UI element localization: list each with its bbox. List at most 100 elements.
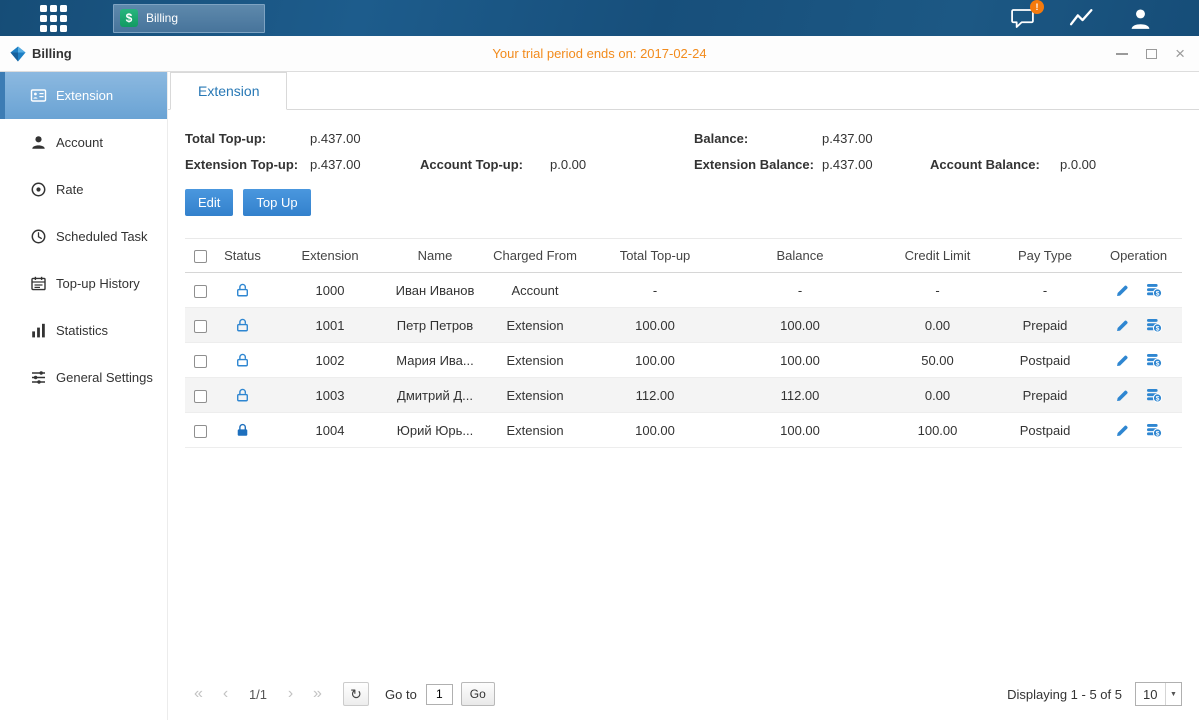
edit-icon[interactable] <box>1115 283 1130 298</box>
cell-charged-from: Extension <box>480 413 590 448</box>
status-icon <box>235 388 250 403</box>
topup-record-icon[interactable] <box>1146 422 1162 438</box>
go-button[interactable]: Go <box>461 682 495 706</box>
balance-value: p.437.00 <box>822 131 930 146</box>
row-checkbox[interactable] <box>194 355 207 368</box>
edit-icon[interactable] <box>1115 423 1130 438</box>
cell-extension: 1004 <box>270 413 390 448</box>
sidebar-item-scheduled-task[interactable]: Scheduled Task <box>0 213 167 260</box>
tab-bar: Extension <box>168 72 1199 110</box>
cell-balance: 100.00 <box>720 308 880 343</box>
row-checkbox[interactable] <box>194 390 207 403</box>
apps-grid-icon[interactable] <box>40 5 67 32</box>
cell-name: Иван Иванов <box>390 273 480 308</box>
extension-icon <box>30 87 47 104</box>
topbar: $ Billing ! <box>0 0 1199 36</box>
billing-taskbar-tab[interactable]: $ Billing <box>113 4 265 33</box>
chevron-down-icon: ▼ <box>1165 683 1181 705</box>
tab-extension[interactable]: Extension <box>170 72 287 110</box>
cell-charged-from: Account <box>480 273 590 308</box>
chat-button[interactable]: ! <box>1010 7 1035 30</box>
col-status: Status <box>215 239 270 273</box>
cell-balance: 100.00 <box>720 413 880 448</box>
last-page-button[interactable]: » <box>304 685 331 703</box>
maximize-button[interactable] <box>1146 47 1157 61</box>
cell-pay-type: Prepaid <box>995 308 1095 343</box>
sidebar-item-statistics[interactable]: Statistics <box>0 307 167 354</box>
topup-record-icon[interactable] <box>1146 387 1162 403</box>
edit-button[interactable]: Edit <box>185 189 233 216</box>
col-pay-type: Pay Type <box>995 239 1095 273</box>
chat-notification-badge: ! <box>1030 0 1044 14</box>
dollar-badge-icon: $ <box>120 9 138 27</box>
first-page-button[interactable]: « <box>185 685 212 703</box>
summary: Total Top-up: p.437.00 Balance: p.437.00… <box>185 131 1182 172</box>
sidebar-item-label: Statistics <box>56 323 108 338</box>
edit-icon[interactable] <box>1115 353 1130 368</box>
sidebar-item-topup-history[interactable]: Top-up History <box>0 260 167 307</box>
statistics-button[interactable] <box>1069 7 1094 30</box>
next-page-button[interactable]: › <box>277 685 304 703</box>
topup-record-icon[interactable] <box>1146 282 1162 298</box>
cell-total-topup: 100.00 <box>590 343 720 378</box>
goto-page-input[interactable] <box>426 684 453 705</box>
calendar-icon <box>30 275 47 292</box>
table-row: 1000 Иван Иванов Account - - - - <box>185 273 1182 308</box>
main-panel: Extension Total Top-up: p.437.00 Balance… <box>168 72 1199 720</box>
refresh-icon: ↻ <box>350 686 362 703</box>
close-button[interactable]: × <box>1175 47 1185 61</box>
window-controls: × <box>1116 47 1185 61</box>
user-menu-button[interactable] <box>1128 7 1153 30</box>
extension-balance-value: p.437.00 <box>822 157 930 172</box>
taskbar-tab-label: Billing <box>146 11 178 25</box>
cell-total-topup: 100.00 <box>590 413 720 448</box>
prev-page-button[interactable]: ‹ <box>212 685 239 703</box>
topup-record-icon[interactable] <box>1146 352 1162 368</box>
displaying-text: Displaying 1 - 5 of 5 <box>1007 687 1122 702</box>
window-titlebar: Billing Your trial period ends on: 2017-… <box>0 36 1199 72</box>
sidebar: Extension Account Rate Scheduled Task To… <box>0 72 168 720</box>
cell-total-topup: - <box>590 273 720 308</box>
col-total-topup: Total Top-up <box>590 239 720 273</box>
extension-balance-label: Extension Balance: <box>694 157 822 172</box>
total-topup-label: Total Top-up: <box>185 131 310 146</box>
rate-icon <box>30 181 47 198</box>
pager-right: Displaying 1 - 5 of 5 10 ▼ <box>1007 682 1182 706</box>
sidebar-item-label: Rate <box>56 182 83 197</box>
edit-icon[interactable] <box>1115 318 1130 333</box>
row-checkbox[interactable] <box>194 320 207 333</box>
status-icon <box>235 353 250 368</box>
cell-credit-limit: 0.00 <box>880 308 995 343</box>
topup-record-icon[interactable] <box>1146 317 1162 333</box>
edit-icon[interactable] <box>1115 388 1130 403</box>
row-checkbox[interactable] <box>194 425 207 438</box>
cell-credit-limit: 0.00 <box>880 378 995 413</box>
sidebar-item-label: Extension <box>56 88 113 103</box>
balance-label: Balance: <box>694 131 822 146</box>
refresh-button[interactable]: ↻ <box>343 682 369 706</box>
header-checkbox[interactable] <box>194 250 207 263</box>
minimize-button[interactable] <box>1116 47 1128 61</box>
table-header-row: Status Extension Name Charged From Total… <box>185 239 1182 273</box>
trial-notice: Your trial period ends on: 2017-02-24 <box>0 46 1199 61</box>
pagination-bar: « ‹ 1/1 › » ↻ Go to Go Displaying 1 - 5 … <box>185 672 1182 720</box>
sidebar-item-label: Top-up History <box>56 276 140 291</box>
col-credit-limit: Credit Limit <box>880 239 995 273</box>
billing-logo-icon <box>10 46 26 62</box>
sidebar-item-label: General Settings <box>56 370 153 385</box>
cell-extension: 1003 <box>270 378 390 413</box>
sidebar-item-account[interactable]: Account <box>0 119 167 166</box>
settings-sliders-icon <box>30 369 47 386</box>
top-up-button[interactable]: Top Up <box>243 189 310 216</box>
sidebar-item-general-settings[interactable]: General Settings <box>0 354 167 401</box>
sidebar-item-rate[interactable]: Rate <box>0 166 167 213</box>
cell-extension: 1000 <box>270 273 390 308</box>
row-checkbox[interactable] <box>194 285 207 298</box>
topbar-right: ! <box>1010 7 1153 30</box>
cell-total-topup: 100.00 <box>590 308 720 343</box>
col-balance: Balance <box>720 239 880 273</box>
page-size-select[interactable]: 10 ▼ <box>1135 682 1182 706</box>
cell-balance: - <box>720 273 880 308</box>
sidebar-item-extension[interactable]: Extension <box>0 72 167 119</box>
cell-pay-type: Prepaid <box>995 378 1095 413</box>
